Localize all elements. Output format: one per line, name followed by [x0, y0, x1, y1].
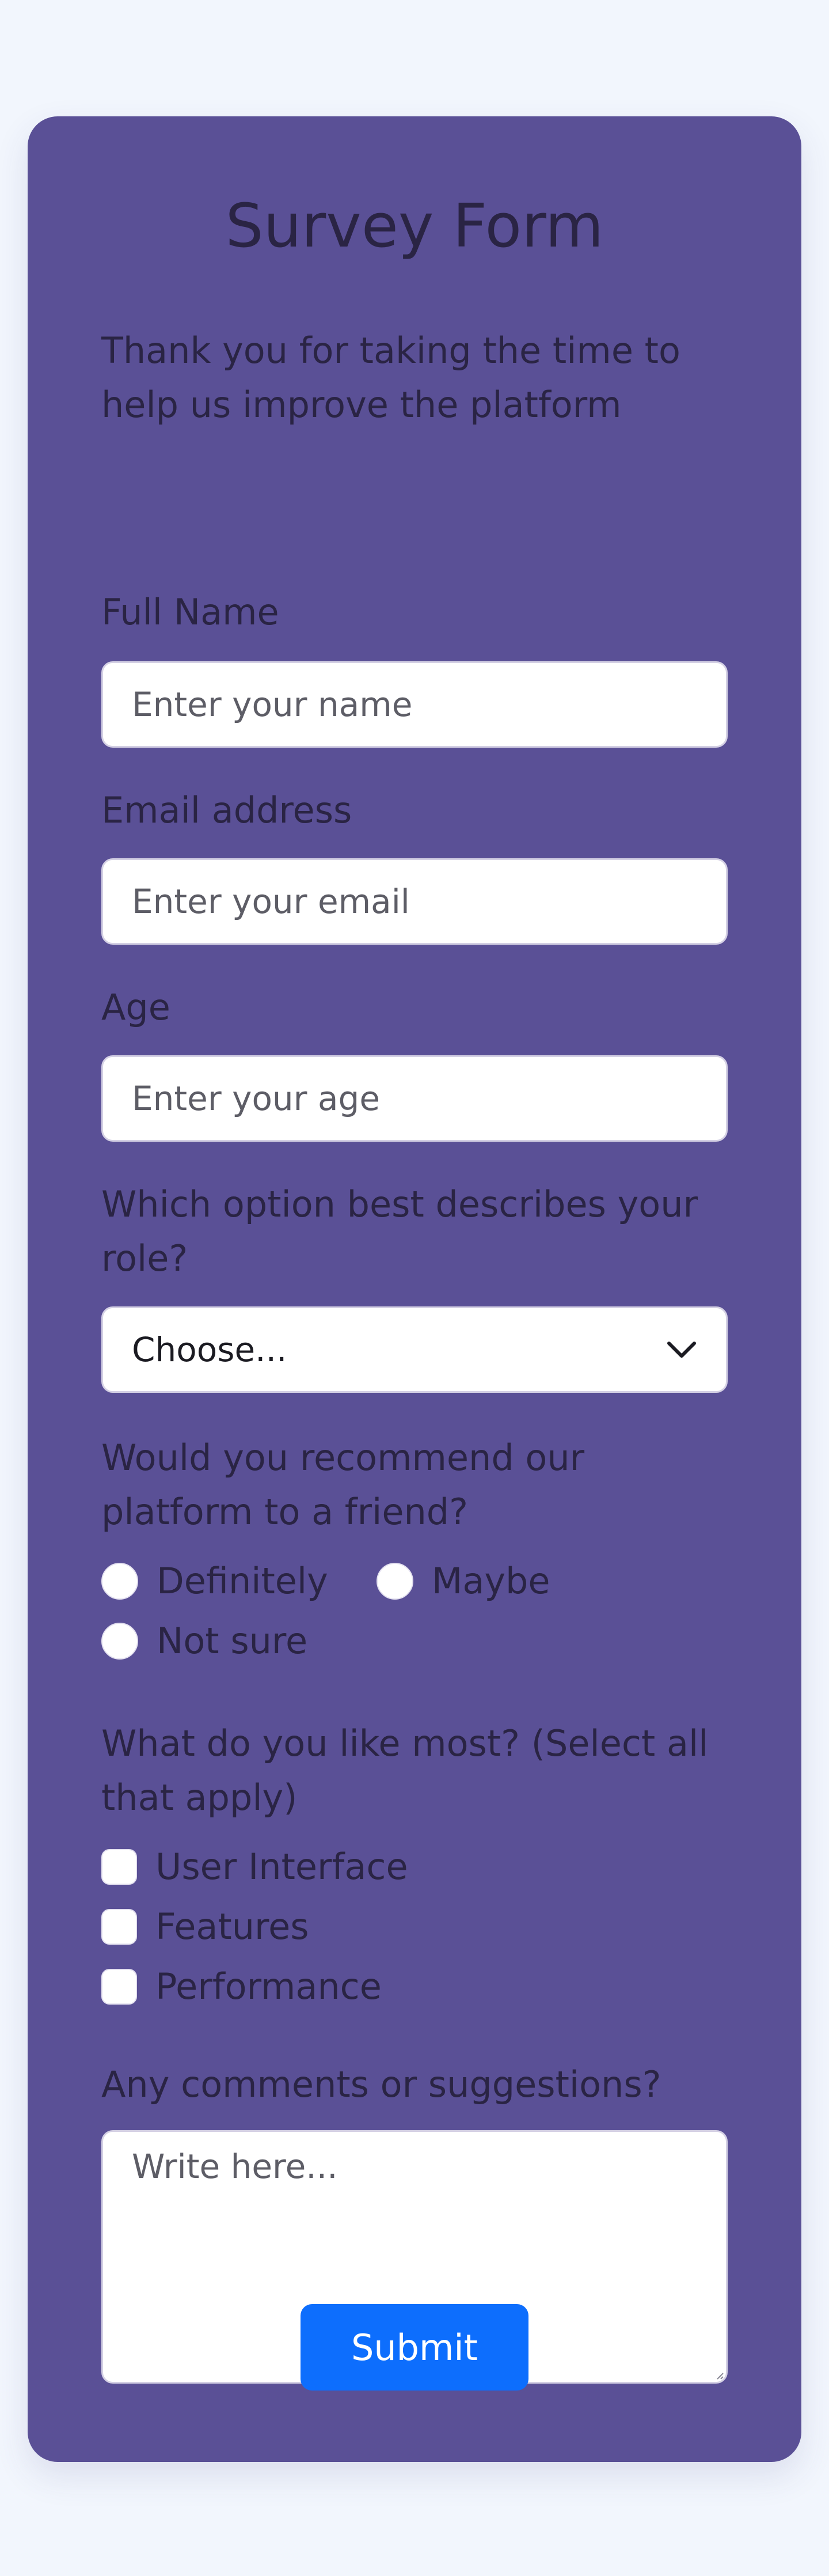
email-label: Email address: [101, 789, 352, 831]
radio-button[interactable]: [376, 1562, 413, 1600]
radio-button[interactable]: [101, 1562, 138, 1600]
checkbox-label: Features: [155, 1906, 309, 1948]
checkbox-option-performance[interactable]: Performance: [101, 1965, 382, 2007]
resize-grip-icon[interactable]: [714, 2370, 724, 2380]
checkbox[interactable]: [101, 1968, 137, 2005]
chevron-down-icon: [667, 1342, 696, 1358]
radio-option-definitely[interactable]: Definitely: [101, 1560, 328, 1602]
recommend-label: Would you recommend our platform to a fr…: [101, 1437, 585, 1533]
likes-label: What do you like most? (Select all that …: [101, 1722, 709, 1819]
checkbox-label: Performance: [155, 1965, 382, 2007]
email-input[interactable]: [101, 858, 728, 945]
name-input[interactable]: [101, 661, 728, 748]
radio-label: Maybe: [431, 1560, 550, 1602]
role-select[interactable]: Choose...: [101, 1306, 728, 1393]
survey-card: Survey Form Thank you for taking the tim…: [28, 116, 801, 2462]
age-input[interactable]: [101, 1055, 728, 1142]
page-title: Survey Form: [225, 191, 604, 261]
role-label: Which option best describes your role?: [101, 1183, 698, 1279]
age-label: Age: [101, 986, 170, 1028]
recommend-options-row-1: Definitely Maybe: [101, 1560, 599, 1602]
submit-button[interactable]: Submit: [301, 2304, 528, 2391]
name-label: Full Name: [101, 591, 279, 633]
intro-text: Thank you for taking the time to help us…: [101, 329, 680, 426]
comments-label: Any comments or suggestions?: [101, 2063, 661, 2105]
checkbox-label: User Interface: [155, 1846, 408, 1888]
radio-button[interactable]: [101, 1622, 138, 1660]
role-select-value: Choose...: [132, 1330, 287, 1369]
radio-option-not-sure[interactable]: Not sure: [101, 1620, 307, 1662]
checkbox[interactable]: [101, 1908, 137, 1945]
checkbox-option-user-interface[interactable]: User Interface: [101, 1846, 408, 1888]
checkbox[interactable]: [101, 1848, 137, 1885]
checkbox-option-features[interactable]: Features: [101, 1906, 309, 1948]
radio-label: Definitely: [157, 1560, 328, 1602]
radio-label: Not sure: [157, 1620, 308, 1662]
radio-option-maybe[interactable]: Maybe: [376, 1560, 550, 1602]
recommend-options-row-2: Not sure: [101, 1620, 356, 1662]
